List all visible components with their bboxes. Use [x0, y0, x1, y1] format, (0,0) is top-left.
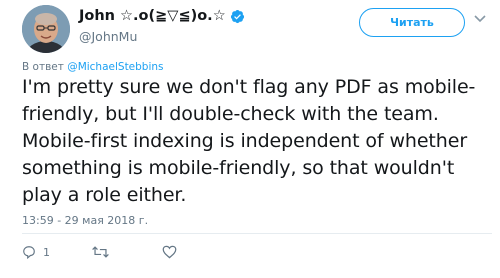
divider — [22, 233, 492, 234]
tweet-text: I'm pretty sure we don't flag any PDF as… — [22, 76, 476, 206]
tweet-actions: 1 — [22, 242, 222, 262]
reply-prefix: В ответ — [22, 61, 68, 73]
author-name-row[interactable]: John ☆.o(≧▽≦)o.☆ — [79, 8, 245, 24]
author-display-name[interactable]: John ☆.o(≧▽≦)o.☆ — [79, 8, 226, 24]
avatar[interactable] — [22, 5, 70, 53]
retweet-icon — [92, 246, 109, 258]
heart-icon — [162, 245, 177, 259]
reply-button[interactable]: 1 — [22, 245, 92, 259]
follow-button[interactable]: Читать — [359, 8, 465, 37]
reply-context: В ответ @MichaelStebbins — [22, 61, 164, 73]
verified-badge-icon — [230, 9, 245, 24]
reply-mention-link[interactable]: @MichaelStebbins — [67, 61, 163, 73]
like-button[interactable] — [162, 245, 222, 259]
more-options-chevron-down-icon[interactable] — [472, 11, 488, 27]
author-handle[interactable]: @JohnMu — [79, 29, 137, 44]
reply-icon — [23, 246, 35, 259]
tweet-timestamp[interactable]: 13:59 - 29 мая 2018 г. — [22, 214, 148, 227]
reply-count: 1 — [43, 245, 50, 259]
avatar-photo-icon — [22, 5, 70, 53]
retweet-button[interactable] — [92, 245, 162, 259]
